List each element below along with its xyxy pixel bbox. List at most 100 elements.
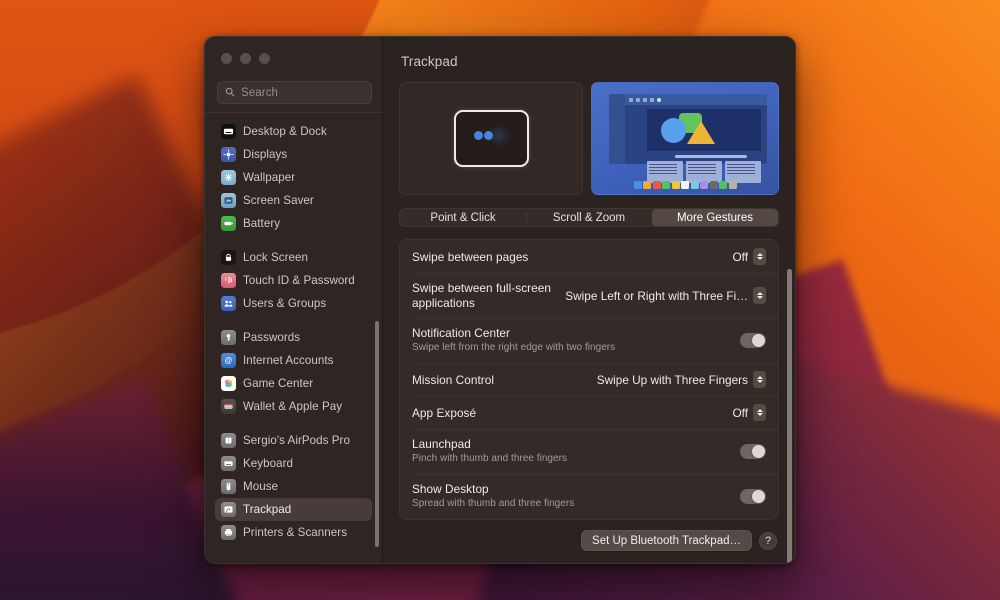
setting-title: Show Desktop — [412, 482, 489, 496]
popup-stepper-icon[interactable] — [753, 287, 766, 304]
setting-subtitle: Pinch with thumb and three fingers — [412, 453, 567, 464]
row-labels: Show Desktop Spread with thumb and three… — [412, 482, 574, 509]
content-scrollbar[interactable] — [787, 269, 792, 563]
setting-subtitle: Spread with thumb and three fingers — [412, 498, 575, 509]
setting-title: App Exposé — [412, 405, 477, 420]
set-up-bluetooth-trackpad-button[interactable]: Set Up Bluetooth Trackpad… — [581, 530, 752, 551]
sidebar-item-screen-saver[interactable]: Screen Saver — [215, 189, 372, 212]
setting-subtitle: Swipe left from the right edge with two … — [412, 342, 616, 353]
sidebar-item-displays[interactable]: Displays — [215, 143, 372, 166]
sidebar-group-3: Passwords @ Internet Accounts Game Cente… — [215, 326, 372, 418]
trackpad-outline-icon — [453, 110, 529, 167]
airpods-icon — [221, 433, 236, 448]
lock-screen-icon — [221, 250, 236, 265]
sidebar-item-label: Trackpad — [243, 503, 292, 516]
setting-row-launchpad[interactable]: Launchpad Pinch with thumb and three fin… — [400, 429, 778, 474]
popup-value: Off — [732, 249, 748, 264]
sidebar-item-passwords[interactable]: Passwords — [215, 326, 372, 349]
sidebar-item-battery[interactable]: Battery — [215, 212, 372, 235]
trackpad-icon — [221, 502, 236, 517]
search-container: Search — [205, 75, 382, 112]
sidebar-item-trackpad[interactable]: Trackpad — [215, 498, 372, 521]
setting-row-app-expose[interactable]: App Exposé Off — [400, 396, 778, 429]
content-pane: Trackpad Point & Click Scroll & Zoom Mor… — [383, 37, 795, 563]
sidebar-item-wallpaper[interactable]: Wallpaper — [215, 166, 372, 189]
setting-title: Swipe between pages — [412, 249, 529, 264]
sidebar-item-keyboard[interactable]: Keyboard — [215, 452, 372, 475]
setting-title: Mission Control — [412, 372, 495, 387]
screen-saver-icon — [221, 193, 236, 208]
popup-value: Off — [732, 405, 748, 420]
finger-dot-1-icon — [473, 131, 483, 140]
demo-canvas — [647, 109, 761, 151]
demo-triangle-shape — [687, 121, 715, 144]
minimize-button[interactable] — [240, 53, 251, 64]
internet-accounts-icon: @ — [221, 353, 236, 368]
row-control — [740, 444, 766, 459]
demo-dock-swatch-3 — [662, 181, 670, 189]
demo-dock-swatch-1 — [643, 181, 651, 189]
notification-center-toggle[interactable] — [740, 333, 766, 348]
passwords-icon — [221, 330, 236, 345]
sidebar-item-label: Game Center — [243, 377, 314, 390]
sidebar-item-game-center[interactable]: Game Center — [215, 372, 372, 395]
sidebar-item-label: Lock Screen — [243, 251, 308, 264]
demo-dock-swatch-8 — [709, 181, 718, 189]
sidebar-item-label: Mouse — [243, 480, 279, 493]
tab-point-and-click[interactable]: Point & Click — [400, 209, 526, 226]
tab-more-gestures[interactable]: More Gestures — [652, 209, 778, 226]
demo-dock-swatch-2 — [652, 181, 661, 189]
keyboard-icon — [221, 456, 236, 471]
gesture-demo-video[interactable] — [591, 82, 779, 195]
row-control: Off — [732, 248, 766, 265]
setting-title: Notification Center — [412, 326, 510, 340]
demo-dock-swatch-6 — [690, 181, 699, 189]
battery-icon — [221, 216, 236, 231]
show-desktop-toggle[interactable] — [740, 489, 766, 504]
setting-row-mission-control[interactable]: Mission Control Swipe Up with Three Fing… — [400, 363, 778, 396]
sidebar-item-touch-id-and-password[interactable]: Touch ID & Password — [215, 269, 372, 292]
demo-circle-shape — [661, 118, 686, 143]
sidebar-group-1: Desktop & Dock Displays Wallpaper Screen… — [215, 120, 372, 235]
sidebar-item-label: Displays — [243, 148, 288, 161]
zoom-button[interactable] — [259, 53, 270, 64]
search-input[interactable]: Search — [217, 81, 372, 104]
sidebar-item-printers-and-scanners[interactable]: Printers & Scanners — [215, 521, 372, 544]
setting-row-swipe-between-pages[interactable]: Swipe between pages Off — [400, 240, 778, 273]
launchpad-toggle[interactable] — [740, 444, 766, 459]
sidebar-scrollbar[interactable] — [375, 321, 379, 547]
popup-stepper-icon[interactable] — [753, 404, 766, 421]
popup-value: Swipe Up with Three Fingers — [596, 372, 748, 387]
sidebar-item-users-and-groups[interactable]: Users & Groups — [215, 292, 372, 315]
sidebar-item-wallet-and-apple-pay[interactable]: Wallet & Apple Pay — [215, 395, 372, 418]
displays-icon — [221, 147, 236, 162]
demo-dock-swatch-5 — [681, 181, 689, 189]
help-button[interactable]: ? — [759, 531, 777, 550]
sidebar-item-mouse[interactable]: Mouse — [215, 475, 372, 498]
row-control: Off — [732, 404, 766, 421]
trackpad-tabs: Point & Click Scroll & Zoom More Gesture… — [399, 208, 779, 227]
setting-row-swipe-between-full-screen-applications[interactable]: Swipe between full-screen applications S… — [400, 273, 778, 318]
touch-id-icon — [221, 273, 236, 288]
popup-stepper-icon[interactable] — [753, 371, 766, 388]
demo-cards — [647, 161, 761, 183]
sidebar-item-lock-screen[interactable]: Lock Screen — [215, 246, 372, 269]
sidebar-item-label: Wallet & Apple Pay — [243, 400, 343, 413]
settings-list: Swipe between pages Off Swipe between fu… — [399, 239, 779, 520]
sidebar-item-desktop-and-dock[interactable]: Desktop & Dock — [215, 120, 372, 143]
sidebar-item-internet-accounts[interactable]: @ Internet Accounts — [215, 349, 372, 372]
tab-scroll-and-zoom[interactable]: Scroll & Zoom — [526, 209, 652, 226]
sidebar-item-label: Printers & Scanners — [243, 526, 348, 539]
setting-row-notification-center[interactable]: Notification Center Swipe left from the … — [400, 318, 778, 363]
setting-row-show-desktop[interactable]: Show Desktop Spread with thumb and three… — [400, 474, 778, 519]
row-control: Swipe Up with Three Fingers — [597, 371, 766, 388]
mouse-icon — [221, 479, 236, 494]
sidebar-item-airpods[interactable]: Sergio's AirPods Pro — [215, 429, 372, 452]
footer-actions: Set Up Bluetooth Trackpad… ? — [383, 520, 795, 563]
popup-stepper-icon[interactable] — [753, 248, 766, 265]
setting-title: Launchpad — [412, 437, 471, 451]
close-button[interactable] — [221, 53, 232, 64]
